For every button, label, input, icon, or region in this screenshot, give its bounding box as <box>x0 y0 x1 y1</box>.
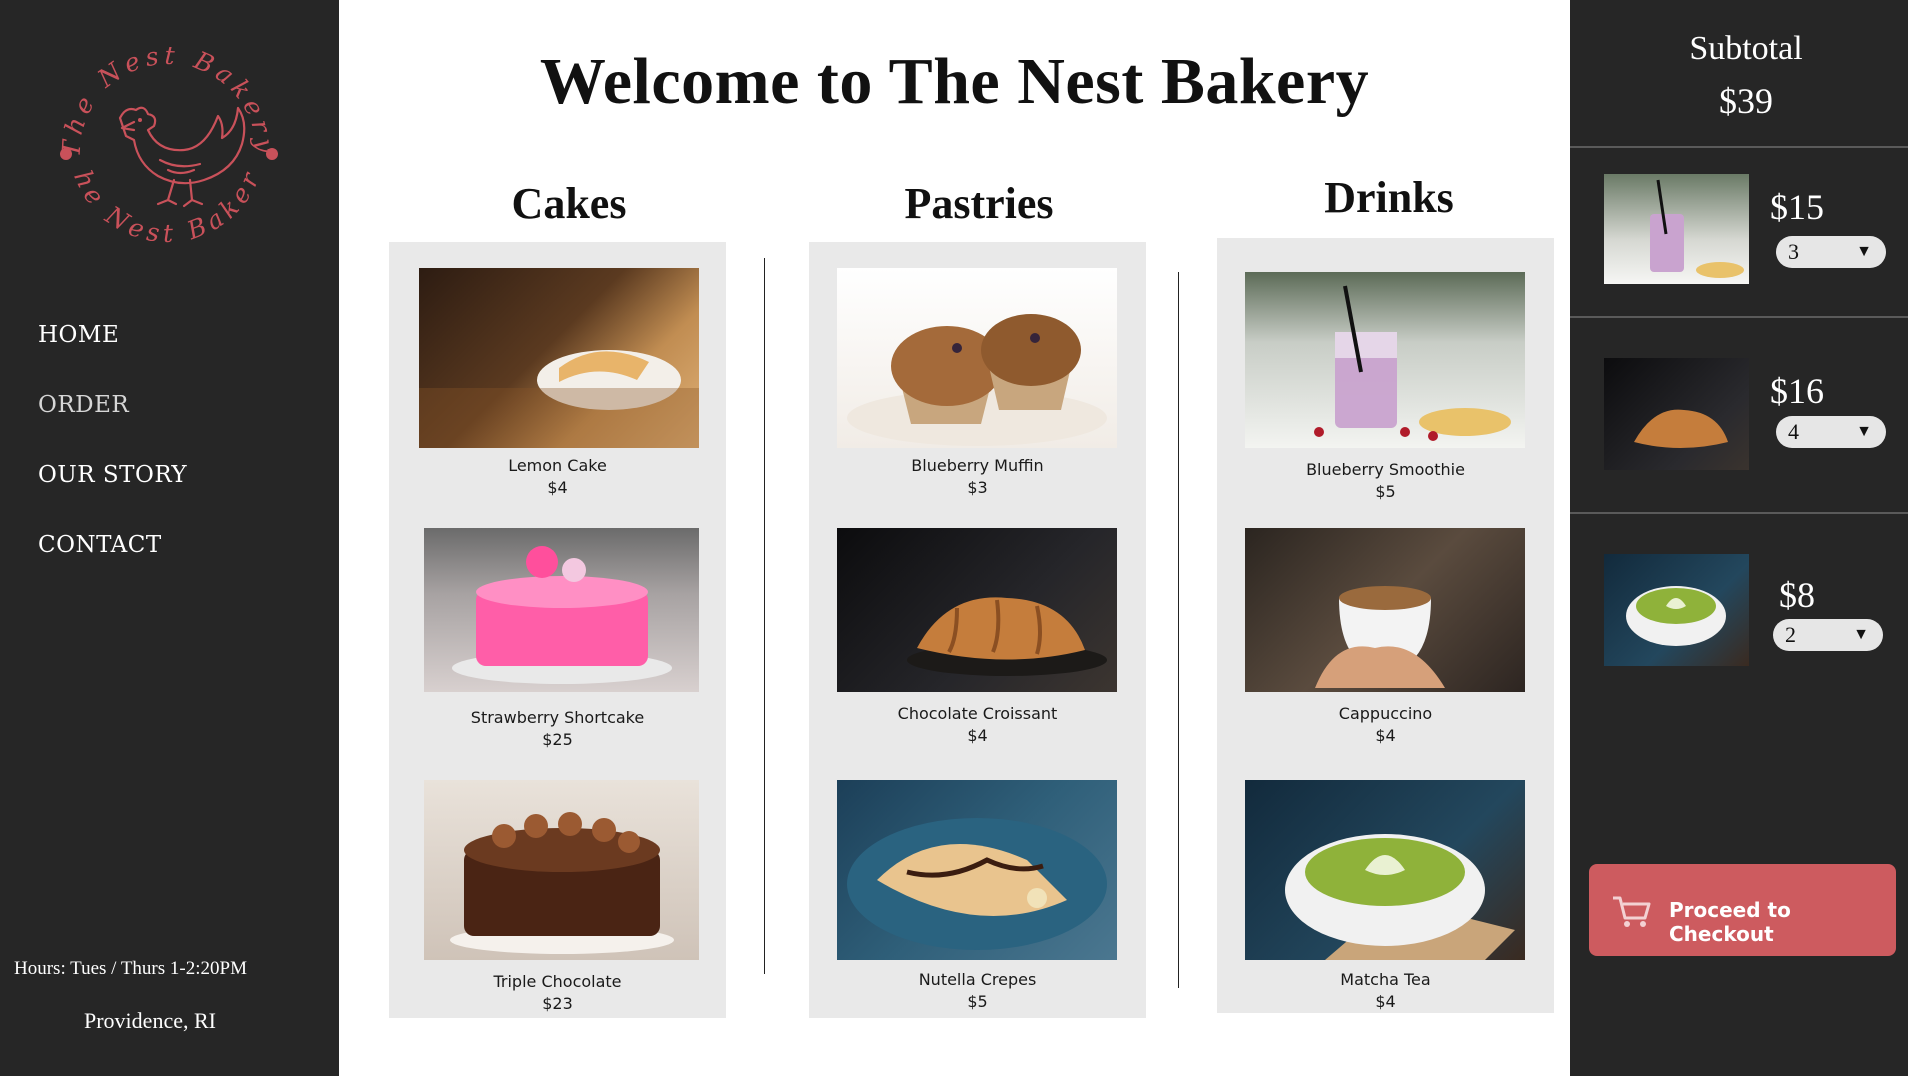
nav-contact[interactable]: CONTACT <box>38 528 187 598</box>
item-price: $4 <box>547 478 568 497</box>
quantity-value: 3 <box>1788 239 1799 264</box>
menu-item-blueberry-muffin[interactable]: Blueberry Muffin $3 <box>809 266 1146 506</box>
cart-item-price: $15 <box>1770 187 1824 227</box>
menu-item-chocolate-croissant[interactable]: Chocolate Croissant $4 <box>809 528 1146 768</box>
nutella-crepes-photo <box>837 780 1117 960</box>
menu-item-strawberry-shortcake[interactable]: Strawberry Shortcake $25 <box>389 528 726 768</box>
nav-our-story[interactable]: OUR STORY <box>38 458 187 528</box>
strawberry-shortcake-photo <box>424 528 699 692</box>
item-name: Triple Chocolate <box>493 972 622 991</box>
category-title-drinks: Drinks <box>1324 173 1454 222</box>
main-nav: HOME ORDER OUR STORY CONTACT <box>38 318 187 598</box>
quantity-select[interactable]: 4 ▼ <box>1776 416 1886 448</box>
subtotal-label: Subtotal <box>1689 30 1803 67</box>
column-divider <box>1178 272 1179 988</box>
item-price: $23 <box>542 994 573 1013</box>
lemon-cake-photo <box>419 268 699 448</box>
chevron-down-icon: ▼ <box>1853 626 1869 643</box>
smoothie-thumb-icon <box>1650 179 1744 278</box>
chocolate-croissant-photo <box>837 528 1117 692</box>
shopping-cart-icon <box>1611 894 1651 935</box>
menu-item-triple-chocolate[interactable]: Triple Chocolate $23 <box>389 780 726 1020</box>
item-price: $25 <box>542 730 573 749</box>
item-name: Chocolate Croissant <box>897 704 1058 723</box>
matcha-thumb-icon <box>1626 586 1726 646</box>
chocolate-croissant-image <box>907 597 1107 676</box>
quantity-value: 4 <box>1788 419 1799 444</box>
svg-text:The Nest Bakery: The Nest Bakery <box>57 41 280 158</box>
sidebar: The Nest Bakery The Nest Bakery <box>0 0 339 1076</box>
app-window: The Nest Bakery The Nest Bakery <box>0 0 1908 1076</box>
blueberry-muffin-image <box>847 314 1107 446</box>
item-price: $5 <box>967 992 988 1011</box>
item-name: Nutella Crepes <box>918 970 1037 989</box>
item-name: Strawberry Shortcake <box>470 708 645 727</box>
nutella-crepes-image <box>847 818 1107 950</box>
lemon-cake-image <box>419 350 699 448</box>
item-price: $4 <box>1375 992 1396 1011</box>
blueberry-smoothie-thumb <box>1604 174 1749 284</box>
cart-divider <box>1570 146 1908 148</box>
column-divider <box>764 258 765 974</box>
chevron-down-icon: ▼ <box>1856 423 1872 440</box>
order-menu: Welcome to The Nest Bakery Cakes Pastrie… <box>339 0 1570 1076</box>
page-title: Welcome to The Nest Bakery <box>539 45 1370 118</box>
item-name: Matcha Tea <box>1340 970 1431 989</box>
chocolate-croissant-thumb <box>1604 358 1749 470</box>
cappuccino-photo <box>1245 528 1525 692</box>
chevron-down-icon: ▼ <box>1856 243 1872 260</box>
subtotal-value: $39 <box>1719 81 1773 121</box>
bakery-logo[interactable]: The Nest Bakery The Nest Bakery <box>39 7 285 275</box>
checkout-button[interactable]: Proceed to Checkout <box>1589 864 1896 956</box>
category-title-cakes: Cakes <box>511 179 627 228</box>
item-price: $3 <box>967 478 988 497</box>
item-price: $4 <box>967 726 988 745</box>
quantity-select[interactable]: 2 ▼ <box>1773 619 1883 651</box>
hen-logo-icon: The Nest Bakery The Nest Bakery <box>39 7 280 248</box>
nav-home[interactable]: HOME <box>38 318 187 388</box>
item-price: $5 <box>1375 482 1396 501</box>
checkout-label: Proceed to Checkout <box>1669 898 1791 946</box>
menu-item-cappuccino[interactable]: Cappuccino $4 <box>1217 528 1554 768</box>
item-name: Lemon Cake <box>508 456 607 475</box>
triple-chocolate-photo <box>424 780 699 960</box>
cart-divider <box>1570 512 1908 514</box>
blueberry-muffin-photo <box>837 268 1117 448</box>
menu-item-lemon-cake[interactable]: Lemon Cake $4 <box>389 266 726 506</box>
item-name: Cappuccino <box>1338 704 1433 723</box>
blueberry-smoothie-image <box>1314 285 1511 441</box>
cappuccino-image <box>1315 586 1445 688</box>
strawberry-shortcake-image <box>452 546 672 684</box>
menu-item-nutella-crepes[interactable]: Nutella Crepes $5 <box>809 780 1146 1020</box>
menu-item-matcha-tea[interactable]: Matcha Tea $4 <box>1217 780 1554 1020</box>
croissant-thumb-icon <box>1634 409 1728 448</box>
matcha-tea-photo <box>1245 780 1525 960</box>
triple-chocolate-image <box>450 812 674 954</box>
nav-order[interactable]: ORDER <box>38 388 187 458</box>
menu-item-blueberry-smoothie[interactable]: Blueberry Smoothie $5 <box>1217 270 1554 510</box>
matcha-tea-image <box>1285 834 1515 960</box>
item-price: $4 <box>1375 726 1396 745</box>
item-name: Blueberry Muffin <box>911 456 1044 475</box>
quantity-value: 2 <box>1785 622 1796 647</box>
quantity-select[interactable]: 3 ▼ <box>1776 236 1886 268</box>
blueberry-smoothie-photo <box>1245 272 1525 448</box>
store-location: Providence, RI <box>84 1008 216 1033</box>
cart-divider <box>1570 316 1908 318</box>
category-title-pastries: Pastries <box>904 179 1054 228</box>
item-name: Blueberry Smoothie <box>1306 460 1465 479</box>
matcha-tea-thumb <box>1604 554 1749 666</box>
store-hours: Hours: Tues / Thurs 1-2:20PM <box>14 958 247 979</box>
cart-item-price: $8 <box>1779 575 1815 615</box>
cart-item-price: $16 <box>1770 371 1824 411</box>
